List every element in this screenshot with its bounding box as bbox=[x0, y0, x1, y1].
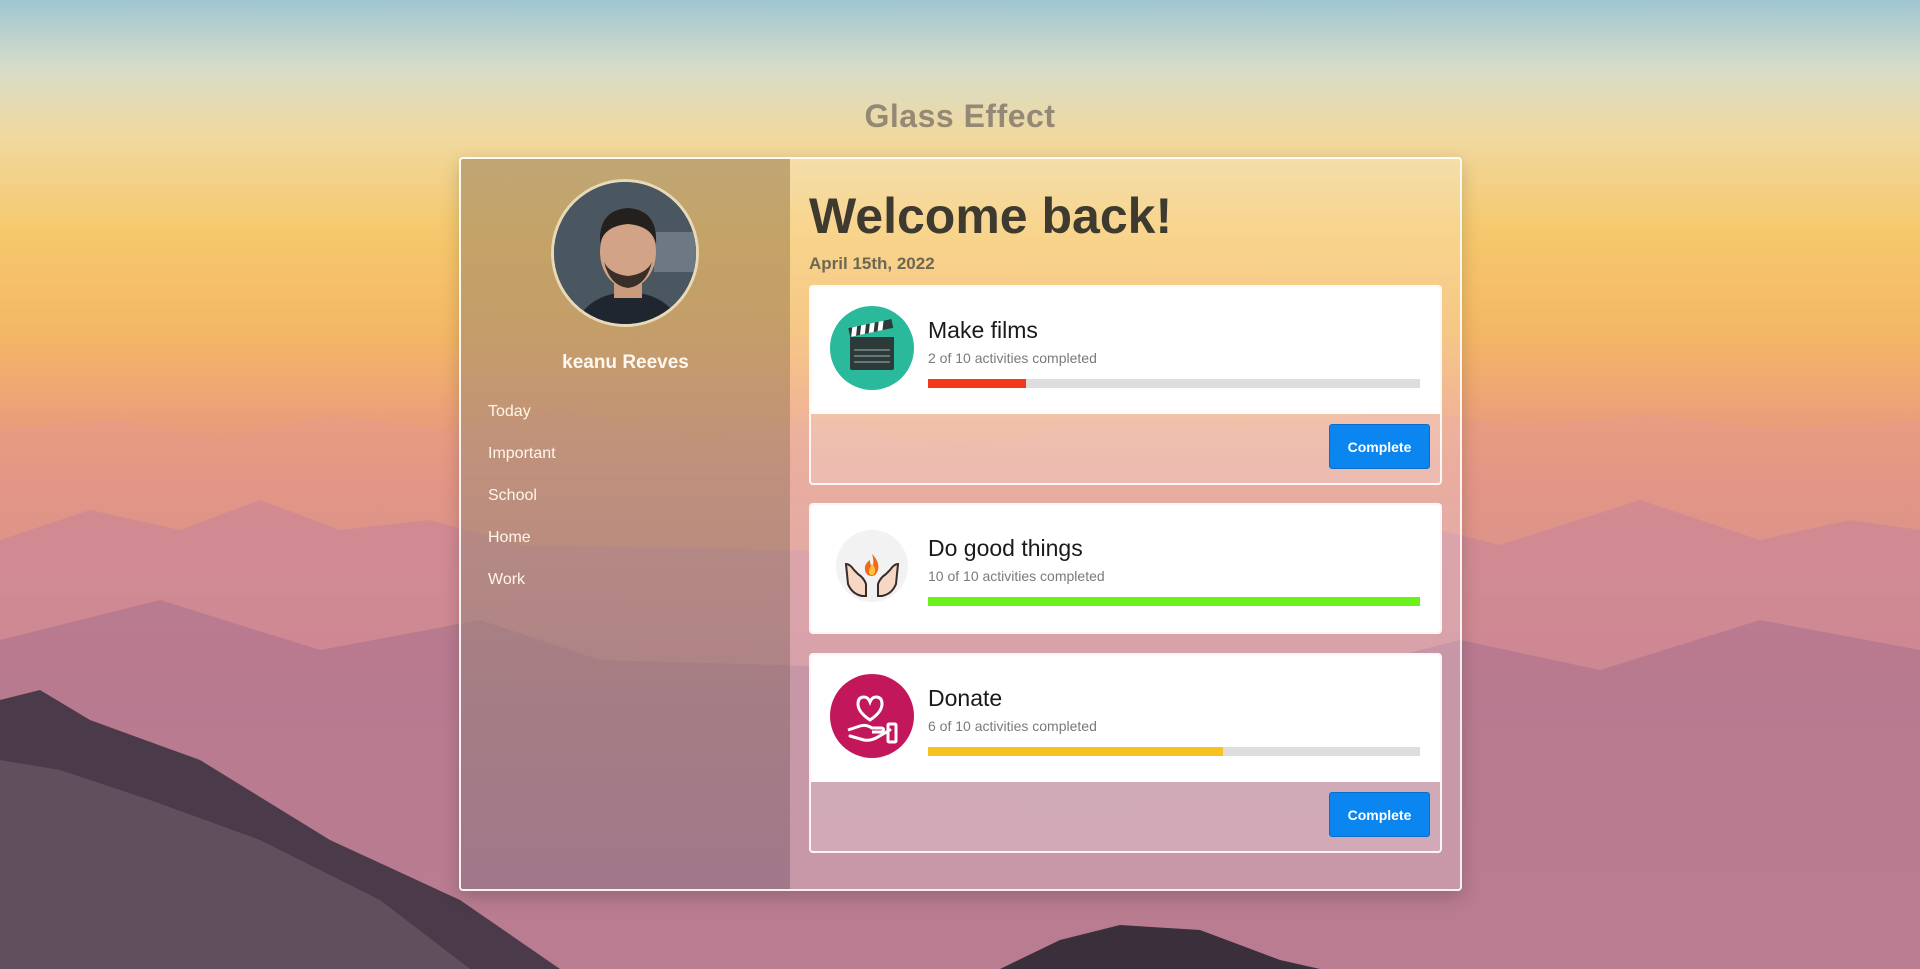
sidebar-item-home[interactable]: Home bbox=[488, 517, 556, 559]
sidebar-item-work[interactable]: Work bbox=[488, 559, 556, 601]
task-subtitle: 2 of 10 activities completed bbox=[928, 350, 1097, 366]
sidebar-item-school[interactable]: School bbox=[488, 475, 556, 517]
task-subtitle: 10 of 10 activities completed bbox=[928, 568, 1105, 584]
task-title: Do good things bbox=[928, 535, 1083, 561]
complete-button[interactable]: Complete bbox=[1329, 792, 1430, 837]
sidebar-nav: Today Important School Home Work bbox=[488, 391, 556, 601]
glass-panel: keanu Reeves Today Important School Home… bbox=[459, 157, 1462, 891]
task-card-make-films: Make films 2 of 10 activities completed … bbox=[809, 285, 1442, 485]
progress-fill bbox=[928, 597, 1420, 606]
task-title: Donate bbox=[928, 685, 1003, 711]
main-content: Welcome back! April 15th, 2022 Make film… bbox=[790, 159, 1460, 889]
progress-bar bbox=[928, 747, 1420, 756]
sidebar: keanu Reeves Today Important School Home… bbox=[461, 159, 790, 889]
progress-bar bbox=[928, 379, 1420, 388]
page-title: Glass Effect bbox=[864, 98, 1056, 134]
task-subtitle: 6 of 10 activities completed bbox=[928, 718, 1097, 734]
complete-button[interactable]: Complete bbox=[1329, 424, 1430, 469]
task-card-donate: Donate 6 of 10 activities completed Comp… bbox=[809, 653, 1442, 853]
date-label: April 15th, 2022 bbox=[809, 254, 935, 273]
task-title: Make films bbox=[928, 317, 1038, 343]
sidebar-item-today[interactable]: Today bbox=[488, 391, 556, 433]
progress-fill bbox=[928, 747, 1224, 756]
sidebar-item-important[interactable]: Important bbox=[488, 433, 556, 475]
profile-name: keanu Reeves bbox=[562, 352, 689, 373]
clapperboard-icon bbox=[830, 306, 914, 390]
progress-bar bbox=[928, 597, 1420, 606]
hands-flame-icon bbox=[830, 524, 914, 608]
task-card-do-good-things: Do good things 10 of 10 activities compl… bbox=[809, 503, 1442, 634]
avatar-portrait-icon bbox=[554, 182, 696, 324]
welcome-heading: Welcome back! bbox=[809, 188, 1173, 244]
progress-fill bbox=[928, 379, 1027, 388]
heart-hand-icon bbox=[830, 674, 914, 758]
avatar bbox=[551, 179, 699, 327]
